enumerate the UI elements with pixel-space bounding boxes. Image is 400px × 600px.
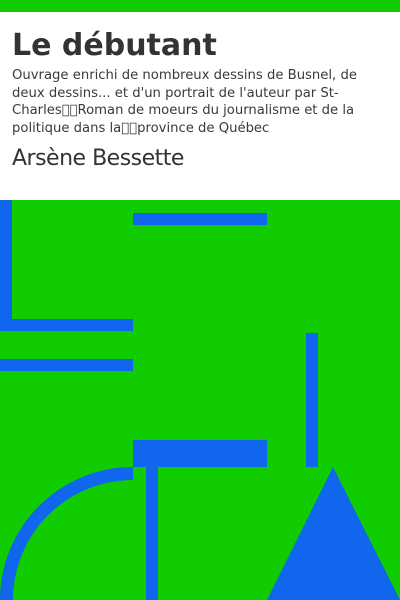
cover-text-panel: Le débutant Ouvrage enrichi de nombreux … — [0, 12, 400, 200]
top-center-bar — [133, 213, 267, 225]
left-horizontal-bar-upper — [0, 319, 133, 331]
left-vertical-bar — [0, 200, 12, 331]
book-subtitle: Ouvrage enrichi de nombreux dessins de B… — [12, 68, 357, 136]
cover-artwork — [0, 200, 400, 600]
cover-top-strip — [0, 0, 400, 12]
book-author: Arsène Bessette — [12, 146, 184, 171]
left-horizontal-bar-lower — [0, 359, 133, 371]
book-title: Le débutant — [12, 28, 217, 63]
triangle-shape — [267, 467, 400, 600]
geometric-artwork — [0, 200, 400, 600]
book-cover: Le débutant Ouvrage enrichi de nombreux … — [0, 0, 400, 600]
center-vertical-bar — [146, 467, 158, 600]
right-vertical-bar — [306, 333, 318, 467]
quarter-arc-shape — [0, 467, 133, 600]
center-horizontal-bar — [133, 440, 267, 467]
